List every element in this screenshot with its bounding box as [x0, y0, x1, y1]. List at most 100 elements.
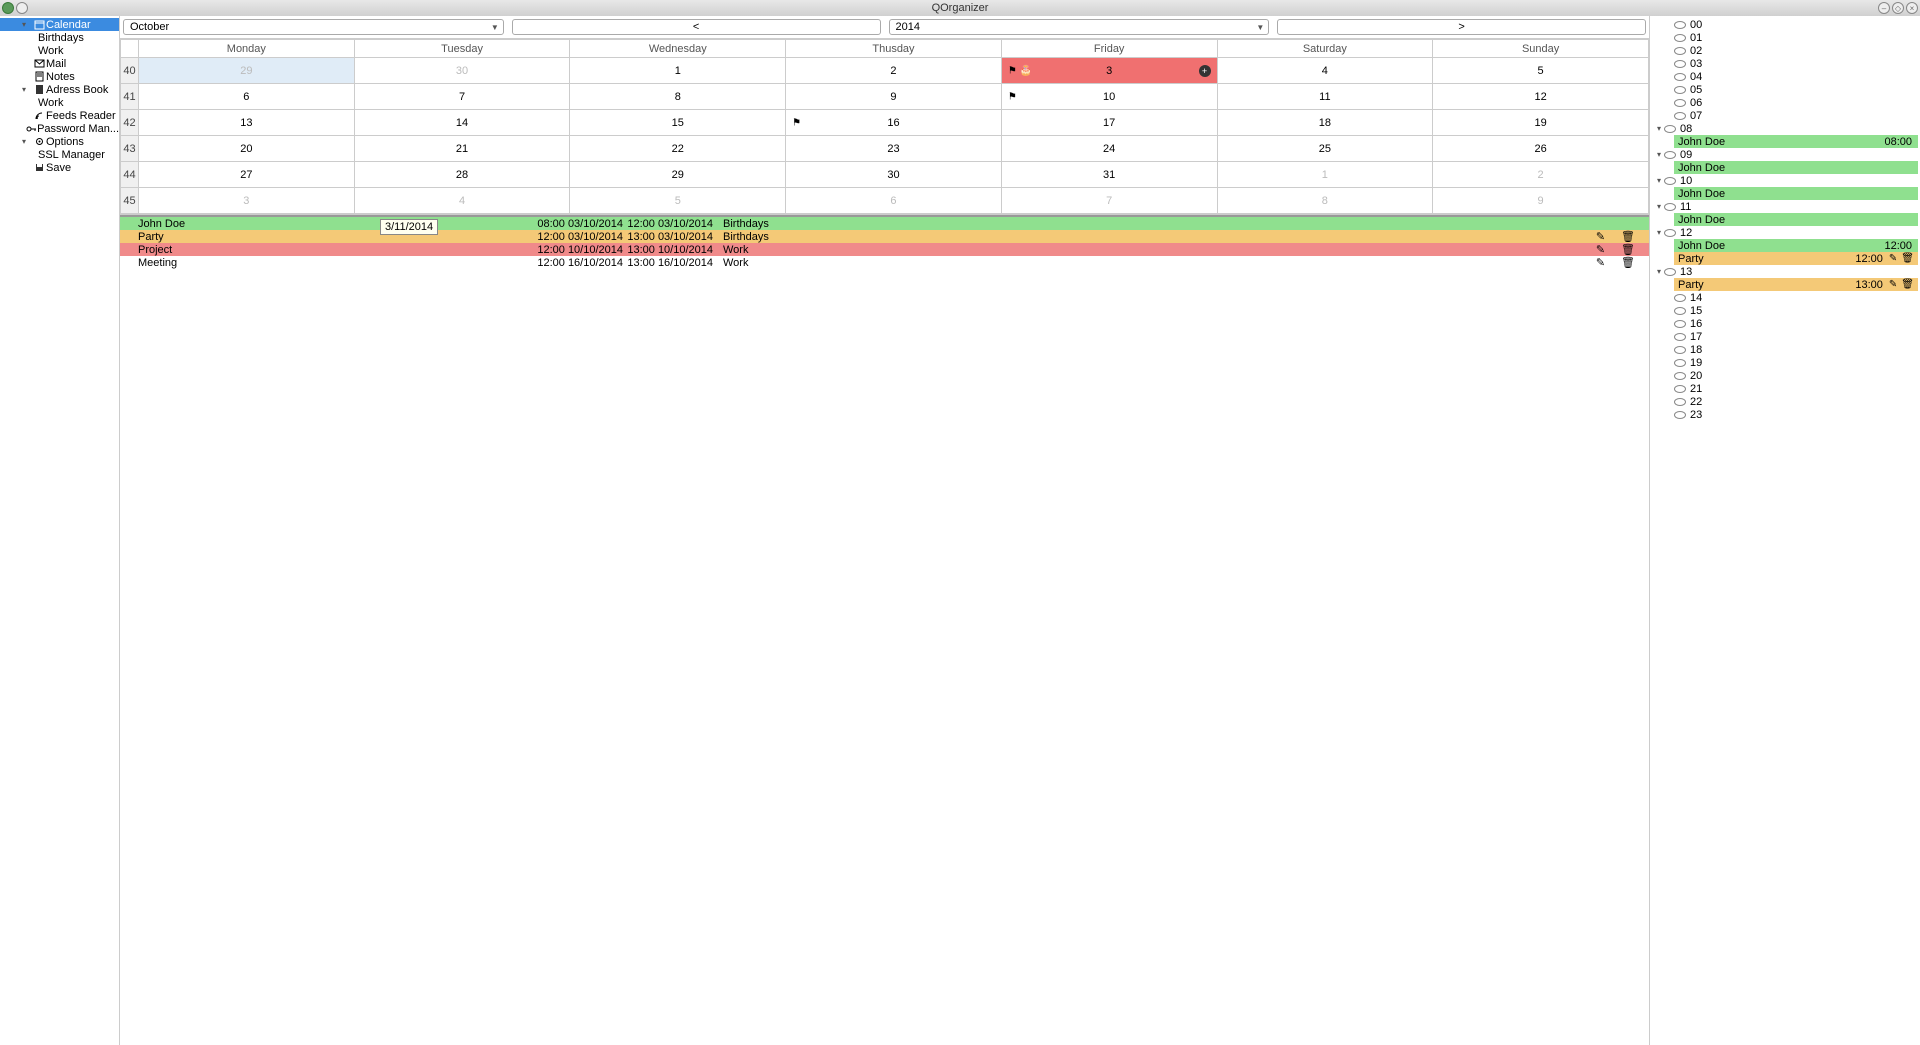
day-cell[interactable]: 18 — [1217, 110, 1433, 136]
hour-row[interactable]: 15 — [1650, 304, 1918, 317]
trash-icon[interactable]: 🗑 — [1901, 253, 1914, 264]
pencil-icon[interactable]: ✎ — [1889, 279, 1897, 290]
hour-row[interactable]: 21 — [1650, 382, 1918, 395]
add-event-button[interactable]: + — [1199, 65, 1211, 77]
event-row[interactable]: Project12:00 10/10/201413:00 10/10/2014W… — [120, 243, 1649, 256]
day-cell[interactable]: 29 — [570, 162, 786, 188]
day-cell[interactable]: 24 — [1001, 136, 1217, 162]
hour-row[interactable]: 05 — [1650, 83, 1918, 96]
minimize-button[interactable]: ‒ — [1878, 2, 1890, 14]
sidebar-item-birthdays[interactable]: Birthdays — [0, 31, 119, 44]
day-cell[interactable]: 29 — [139, 58, 355, 84]
hour-row[interactable]: ▾08 — [1650, 122, 1918, 135]
next-month-button[interactable]: > — [1277, 19, 1646, 35]
month-dropdown[interactable]: October ▼ — [123, 19, 504, 35]
day-cell[interactable]: 1 — [1217, 162, 1433, 188]
timeline-event[interactable]: John Doe12:00 — [1674, 239, 1918, 252]
trash-icon[interactable]: 🗑 — [1901, 279, 1914, 290]
sidebar-item-work[interactable]: Work — [0, 96, 119, 109]
hour-row[interactable]: 23 — [1650, 408, 1918, 421]
hour-row[interactable]: 19 — [1650, 356, 1918, 369]
day-cell[interactable]: 6 — [139, 84, 355, 110]
hour-row[interactable]: ▾09 — [1650, 148, 1918, 161]
trash-icon[interactable]: 🗑 — [1621, 243, 1635, 256]
day-cell[interactable]: 11 — [1217, 84, 1433, 110]
sidebar-item-notes[interactable]: Notes — [0, 70, 119, 83]
sidebar-item-mail[interactable]: Mail — [0, 57, 119, 70]
pencil-icon[interactable]: ✎ — [1596, 230, 1605, 243]
day-cell[interactable]: 22 — [570, 136, 786, 162]
day-cell[interactable]: 12 — [1433, 84, 1649, 110]
hour-row[interactable]: 04 — [1650, 70, 1918, 83]
day-cell[interactable]: 7 — [354, 84, 570, 110]
day-cell[interactable]: 21 — [354, 136, 570, 162]
day-cell[interactable]: 5 — [1433, 58, 1649, 84]
timeline-event[interactable]: John Doe — [1674, 187, 1918, 200]
day-cell[interactable]: 9 — [786, 84, 1002, 110]
event-row[interactable]: Party12:00 03/10/201413:00 03/10/2014Bir… — [120, 230, 1649, 243]
day-cell[interactable]: 1 — [570, 58, 786, 84]
timeline-event[interactable]: Party13:00✎🗑 — [1674, 278, 1918, 291]
day-cell[interactable]: 4 — [1217, 58, 1433, 84]
day-cell[interactable]: 2 — [1433, 162, 1649, 188]
timeline-event[interactable]: John Doe — [1674, 213, 1918, 226]
day-cell[interactable]: 23 — [786, 136, 1002, 162]
day-cell[interactable]: 14 — [354, 110, 570, 136]
hour-row[interactable]: 16 — [1650, 317, 1918, 330]
sidebar-item-work[interactable]: Work — [0, 44, 119, 57]
sidebar-item-options[interactable]: ▾Options — [0, 135, 119, 148]
hour-row[interactable]: 22 — [1650, 395, 1918, 408]
hour-row[interactable]: 01 — [1650, 31, 1918, 44]
day-cell[interactable]: 25 — [1217, 136, 1433, 162]
hour-row[interactable]: ▾12 — [1650, 226, 1918, 239]
sidebar-item-calendar[interactable]: ▾Calendar — [0, 18, 119, 31]
timeline-event[interactable]: John Doe08:00 — [1674, 135, 1918, 148]
day-cell[interactable]: 8 — [570, 84, 786, 110]
day-cell[interactable]: 2 — [786, 58, 1002, 84]
event-row[interactable]: Meeting12:00 16/10/201413:00 16/10/2014W… — [120, 256, 1649, 269]
sidebar-item-save[interactable]: Save — [0, 161, 119, 174]
day-cell[interactable]: ⚑10 — [1001, 84, 1217, 110]
day-cell[interactable]: 31 — [1001, 162, 1217, 188]
sidebar-item-feeds-reader[interactable]: Feeds Reader — [0, 109, 119, 122]
hour-row[interactable]: 17 — [1650, 330, 1918, 343]
window-menu-button[interactable] — [16, 2, 28, 14]
sidebar-item-password-man-[interactable]: Password Man... — [0, 122, 119, 135]
day-cell[interactable]: 4 — [354, 188, 570, 214]
hour-row[interactable]: 02 — [1650, 44, 1918, 57]
hour-row[interactable]: 00 — [1650, 18, 1918, 31]
trash-icon[interactable]: 🗑 — [1621, 256, 1635, 269]
day-cell[interactable]: 20 — [139, 136, 355, 162]
day-cell[interactable]: 13 — [139, 110, 355, 136]
day-cell[interactable]: 8 — [1217, 188, 1433, 214]
day-cell[interactable]: 7 — [1001, 188, 1217, 214]
hour-row[interactable]: ▾13 — [1650, 265, 1918, 278]
hour-row[interactable]: 06 — [1650, 96, 1918, 109]
day-cell[interactable]: 9 — [1433, 188, 1649, 214]
day-cell[interactable]: 3 — [139, 188, 355, 214]
day-cell[interactable]: 17 — [1001, 110, 1217, 136]
sidebar-item-ssl-manager[interactable]: SSL Manager — [0, 148, 119, 161]
year-dropdown[interactable]: 2014 ▼ — [889, 19, 1270, 35]
timeline-event[interactable]: John Doe — [1674, 161, 1918, 174]
pencil-icon[interactable]: ✎ — [1596, 256, 1605, 269]
day-cell[interactable]: 5 — [570, 188, 786, 214]
hour-row[interactable]: ▾11 — [1650, 200, 1918, 213]
day-cell[interactable]: ⚑16 — [786, 110, 1002, 136]
day-cell[interactable]: 28 — [354, 162, 570, 188]
day-cell[interactable]: 15 — [570, 110, 786, 136]
day-cell[interactable]: 30 — [354, 58, 570, 84]
hour-row[interactable]: 20 — [1650, 369, 1918, 382]
hour-row[interactable]: 03 — [1650, 57, 1918, 70]
event-row[interactable]: John Doe08:00 03/10/201412:00 03/10/2014… — [120, 217, 1649, 230]
close-button[interactable]: × — [1906, 2, 1918, 14]
sidebar-item-adress-book[interactable]: ▾Adress Book — [0, 83, 119, 96]
hour-row[interactable]: 07 — [1650, 109, 1918, 122]
hour-row[interactable]: ▾10 — [1650, 174, 1918, 187]
day-cell[interactable]: 27 — [139, 162, 355, 188]
day-cell[interactable]: ⚑ 🎂3+ — [1001, 58, 1217, 84]
prev-month-button[interactable]: < — [512, 19, 881, 35]
hour-row[interactable]: 14 — [1650, 291, 1918, 304]
day-cell[interactable]: 6 — [786, 188, 1002, 214]
pencil-icon[interactable]: ✎ — [1596, 243, 1605, 256]
